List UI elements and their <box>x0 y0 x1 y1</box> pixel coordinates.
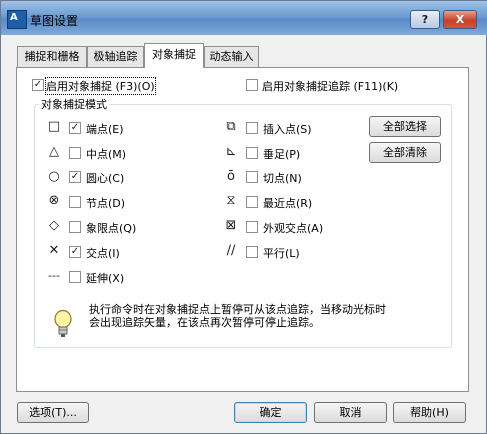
center-icon: ○ <box>48 169 60 184</box>
center-checkbox[interactable]: ✓ <box>69 171 81 183</box>
snap-on-checkbox[interactable]: ✓ <box>32 79 44 91</box>
cancel-button[interactable]: 取消 <box>314 402 387 423</box>
nearest-checkbox[interactable] <box>246 196 258 208</box>
insertion-label[interactable]: 插入点(S) <box>263 121 312 137</box>
tracking-hint-line2: 会出现追踪矢量，在该点再次暂停可停止追踪。 <box>89 316 320 329</box>
select-all-button[interactable]: 全部选择 <box>369 116 441 137</box>
tangent-icon: ō <box>227 169 235 184</box>
tab-dynamic-input[interactable]: 动态输入 <box>204 46 259 67</box>
title-bar[interactable]: A 草图设置 ? X <box>1 1 487 35</box>
tab-object-snap[interactable]: 对象捕捉 <box>144 43 204 68</box>
intersection-label[interactable]: 交点(I) <box>86 245 120 261</box>
window-title: 草图设置 <box>30 14 79 28</box>
extension-label[interactable]: 延伸(X) <box>86 270 124 286</box>
endpoint-checkbox[interactable]: ✓ <box>69 122 81 134</box>
clear-all-button[interactable]: 全部清除 <box>369 142 441 163</box>
extension-icon: --- <box>48 269 60 282</box>
tangent-checkbox[interactable] <box>246 171 258 183</box>
apparent-intersection-icon: ⊠ <box>225 218 237 233</box>
perpendicular-checkbox[interactable] <box>246 147 258 159</box>
ok-button[interactable]: 确定 <box>234 402 307 423</box>
node-label[interactable]: 节点(D) <box>86 195 125 211</box>
node-checkbox[interactable] <box>69 196 81 208</box>
center-label[interactable]: 圆心(C) <box>86 170 124 186</box>
snap-on-label[interactable]: 启用对象捕捉 (F3)(O) <box>45 77 156 95</box>
apparent-intersection-checkbox[interactable] <box>246 221 258 233</box>
tracking-on-checkbox[interactable] <box>246 79 258 91</box>
app-icon: A <box>7 10 27 29</box>
close-button[interactable]: X <box>443 10 477 29</box>
tracking-hint: 执行命令时在对象捕捉点上暂停可从该点追踪，当移动光标时 会出现追踪矢量，在该点再… <box>89 303 386 329</box>
tab-polar-tracking[interactable]: 极轴追踪 <box>87 46 144 67</box>
nearest-icon: ⧖ <box>226 193 236 208</box>
snap-modes-title: 对象捕捉模式 <box>39 96 109 112</box>
midpoint-icon: △ <box>49 144 59 159</box>
quadrant-label[interactable]: 象限点(Q) <box>86 220 136 236</box>
apparent-intersection-label[interactable]: 外观交点(A) <box>263 220 323 236</box>
tangent-label[interactable]: 切点(N) <box>263 170 302 186</box>
quadrant-icon: ◇ <box>49 218 59 233</box>
perpendicular-icon: ⊾ <box>225 144 237 159</box>
node-icon: ⊗ <box>48 193 60 208</box>
tab-snap-grid[interactable]: 捕捉和栅格 <box>17 46 87 67</box>
insertion-checkbox[interactable] <box>246 122 258 134</box>
quadrant-checkbox[interactable] <box>69 221 81 233</box>
perpendicular-label[interactable]: 垂足(P) <box>263 146 300 162</box>
extension-checkbox[interactable] <box>69 271 81 283</box>
tracking-on-label[interactable]: 启用对象捕捉追踪 (F11)(K) <box>262 78 398 94</box>
midpoint-label[interactable]: 中点(M) <box>86 146 126 162</box>
parallel-icon: ∕∕ <box>226 243 236 258</box>
midpoint-checkbox[interactable] <box>69 147 81 159</box>
tracking-hint-line1: 执行命令时在对象捕捉点上暂停可从该点追踪，当移动光标时 <box>89 303 386 316</box>
endpoint-label[interactable]: 端点(E) <box>86 121 124 137</box>
parallel-label[interactable]: 平行(L) <box>263 245 300 261</box>
options-button[interactable]: 选项(T)... <box>17 402 89 423</box>
help-button[interactable]: 帮助(H) <box>393 402 466 423</box>
intersection-checkbox[interactable]: ✓ <box>69 246 81 258</box>
insertion-icon: ⧉ <box>226 119 236 134</box>
parallel-checkbox[interactable] <box>246 246 258 258</box>
drafting-settings-dialog: A 草图设置 ? X 捕捉和栅格 极轴追踪 对象捕捉 动态输入 ✓ 启用对象捕捉… <box>0 0 487 434</box>
lightbulb-icon <box>54 309 72 337</box>
nearest-label[interactable]: 最近点(R) <box>263 195 312 211</box>
intersection-icon: ✕ <box>48 243 60 258</box>
endpoint-icon: □ <box>47 119 61 134</box>
help-title-button[interactable]: ? <box>410 10 440 29</box>
